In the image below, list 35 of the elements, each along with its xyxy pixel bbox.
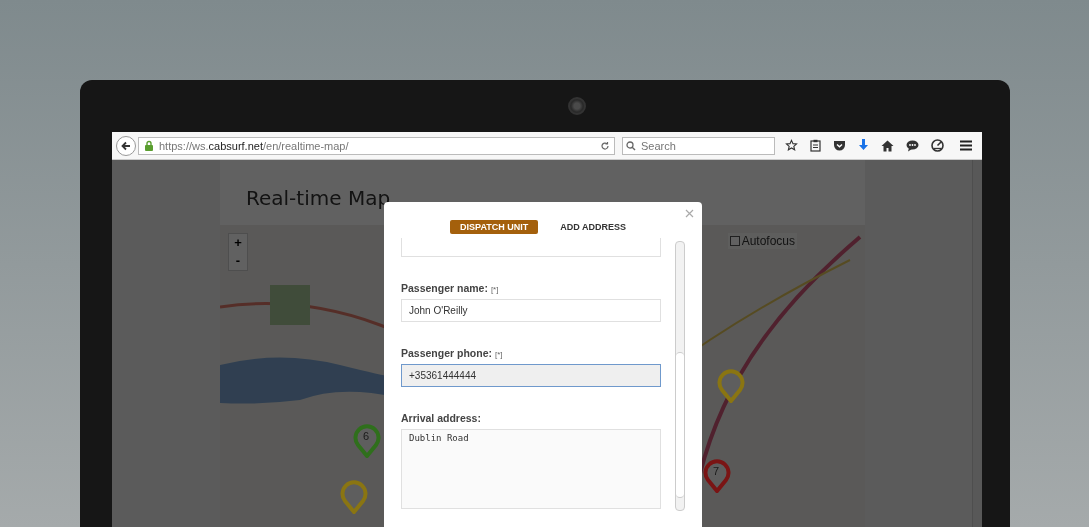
chat-icon[interactable] (906, 139, 919, 152)
lock-icon (143, 139, 155, 152)
url-text: https://ws.cabsurf.net/en/realtime-map/ (159, 139, 350, 152)
field-label: Arrival address: (401, 412, 482, 424)
map-pin-icon[interactable] (703, 459, 731, 493)
marker-label: 7 (713, 465, 720, 477)
dialog-tab[interactable]: DISPATCH UNIT (450, 220, 539, 234)
search-icon (626, 140, 636, 151)
clipboard-icon[interactable] (810, 139, 821, 152)
back-button[interactable] (116, 135, 136, 156)
search-field[interactable]: Search (622, 136, 775, 155)
marker-label: 6 (363, 430, 370, 442)
dialog-tab[interactable]: ADD ADDRESS (550, 220, 636, 234)
map-pin-icon[interactable] (717, 369, 745, 403)
back-arrow-icon (120, 139, 132, 152)
reload-icon[interactable] (600, 140, 610, 151)
close-icon[interactable] (685, 209, 694, 218)
address-textarea[interactable]: Dublin Road (401, 429, 661, 509)
field-label: Passenger name: [*] (401, 282, 500, 294)
text-field[interactable]: +35361444444 (401, 364, 661, 387)
webcam-icon (568, 97, 586, 115)
gauge-icon[interactable] (931, 139, 944, 152)
text-field[interactable] (401, 238, 661, 257)
download-icon[interactable] (858, 139, 869, 152)
text-field[interactable]: John O'Reilly (401, 299, 661, 322)
star-icon[interactable] (785, 139, 798, 152)
menu-icon[interactable] (960, 140, 972, 151)
pocket-icon[interactable] (833, 139, 846, 152)
dialog-scrollbar[interactable] (675, 241, 685, 511)
page-title: Real-time Map (246, 186, 391, 210)
home-icon[interactable] (881, 139, 894, 152)
field-label: Passenger phone: [*] (401, 347, 504, 359)
address-bar[interactable]: https://ws.cabsurf.net/en/realtime-map/ (138, 136, 615, 155)
checkbox-square[interactable] (729, 236, 740, 246)
scrollbar-thumb[interactable] (676, 352, 684, 498)
